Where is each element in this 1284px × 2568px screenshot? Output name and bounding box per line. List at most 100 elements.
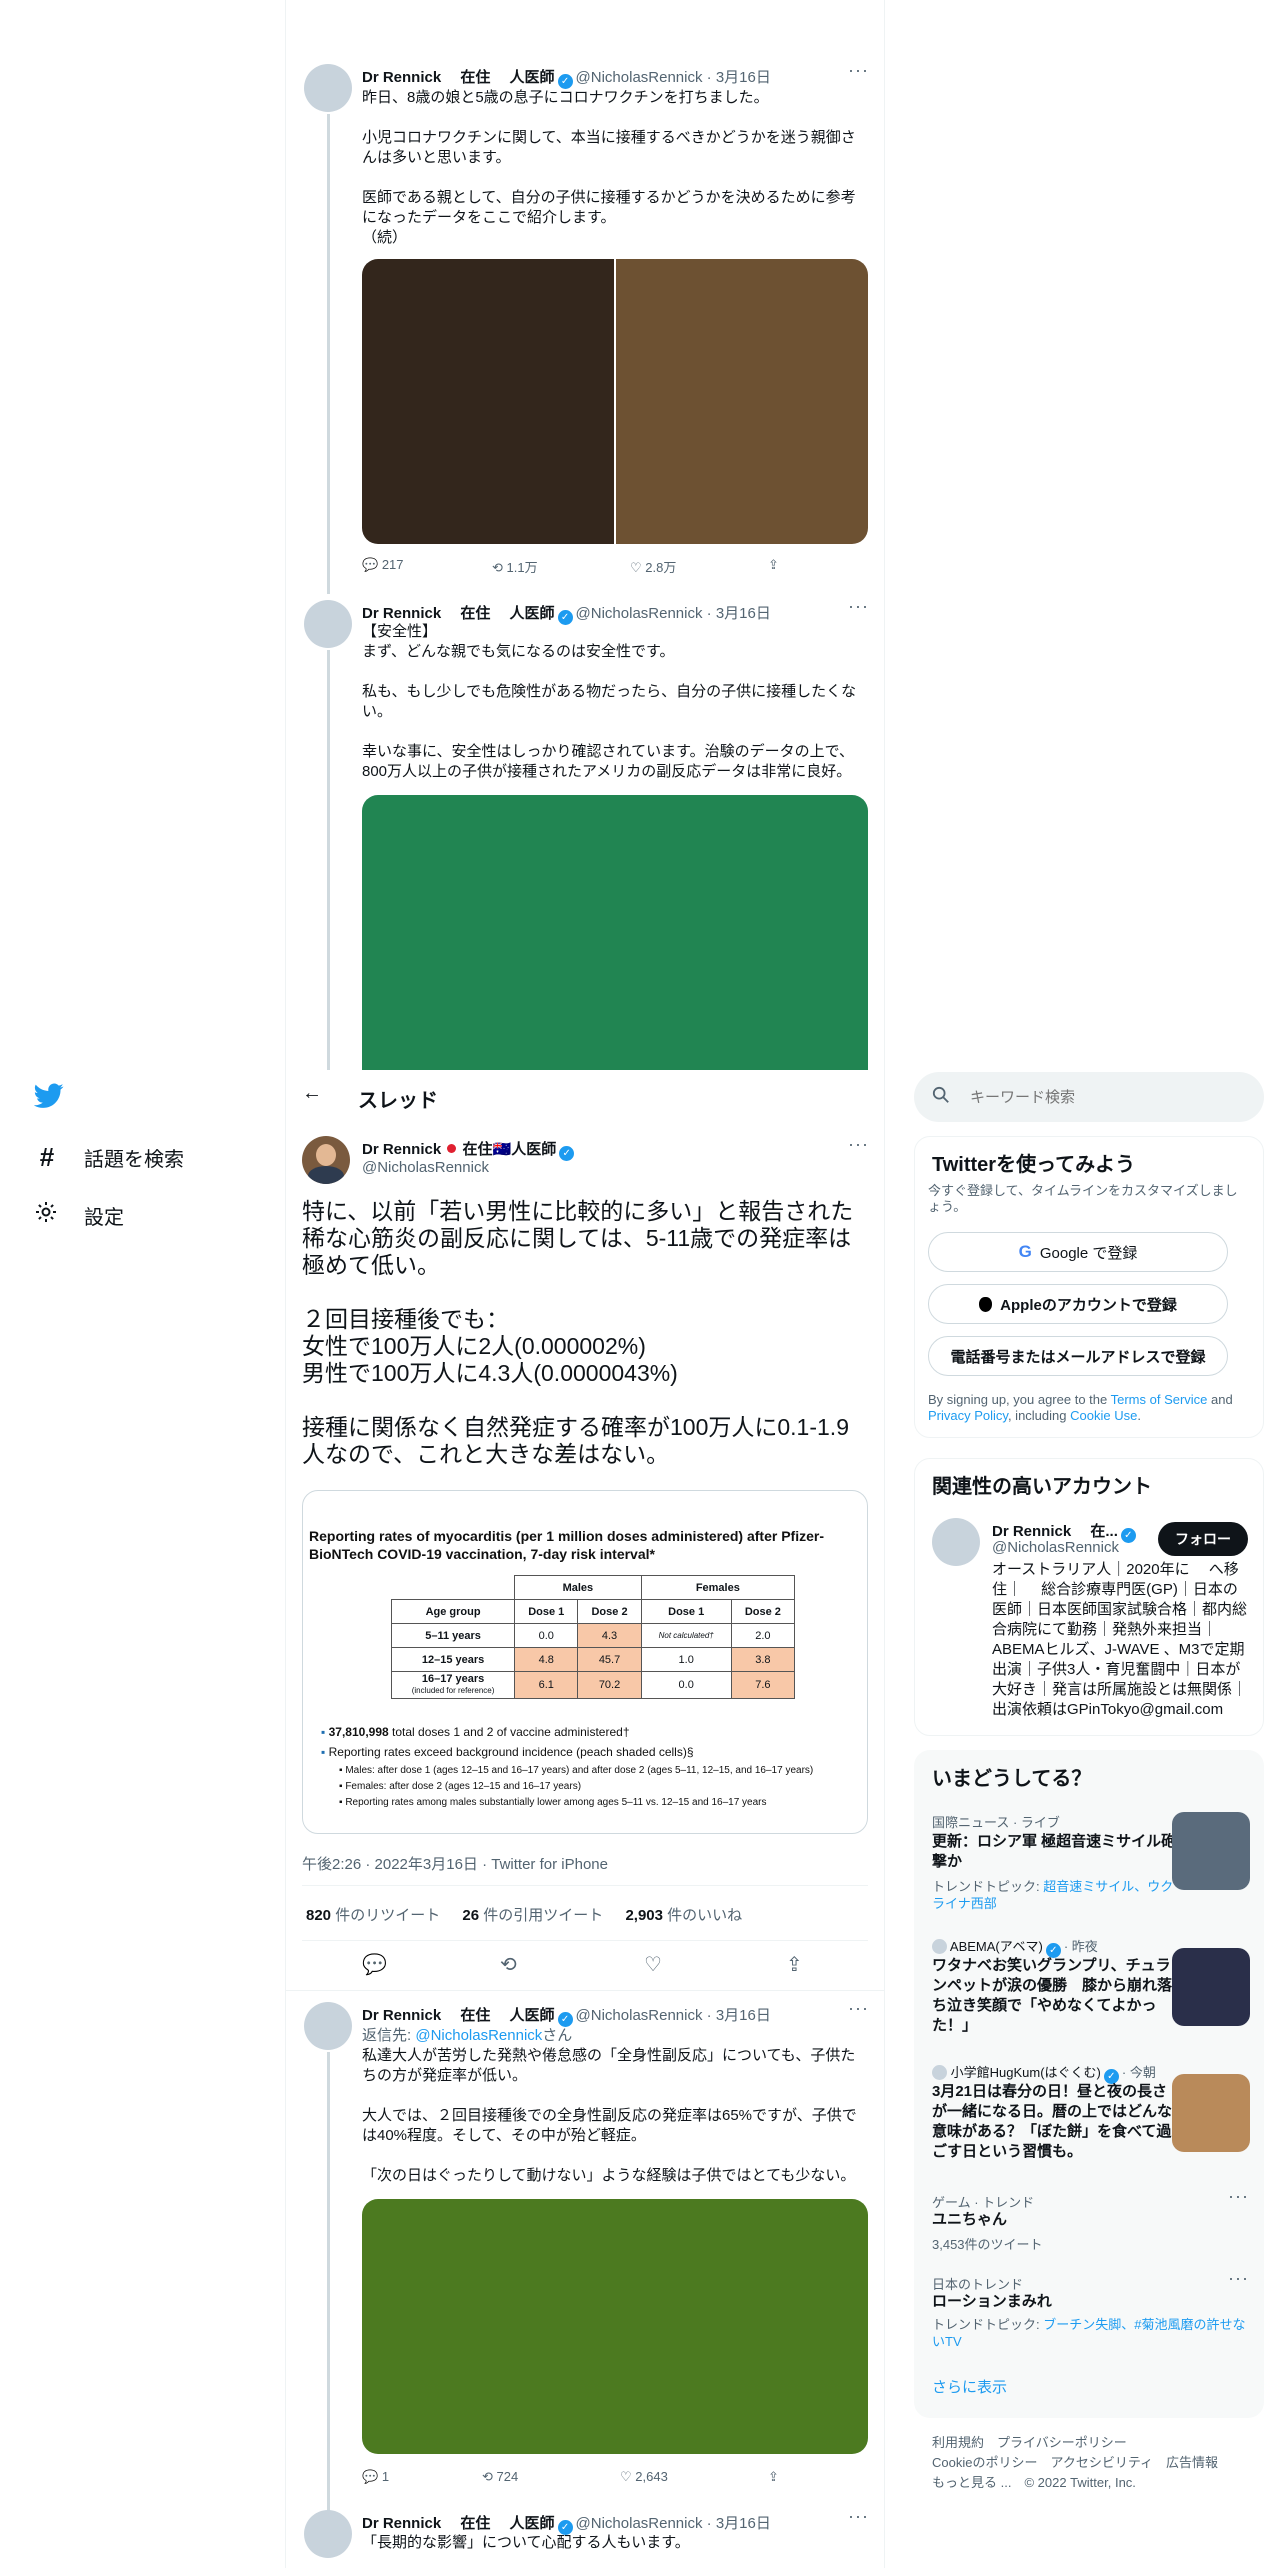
search-input[interactable] xyxy=(970,1085,1240,1109)
author-name[interactable]: Dr Rennick 在住 人医師 xyxy=(362,605,555,622)
image-bullet: ▪ 37,810,998 total doses 1 and 2 of vacc… xyxy=(321,1725,630,1739)
females-header: Females xyxy=(640,1575,796,1600)
avatar[interactable] xyxy=(932,1518,980,1566)
avatar[interactable] xyxy=(304,64,352,112)
privacy-link[interactable]: Privacy Policy xyxy=(928,1408,1008,1423)
thread-header: ← スレッド xyxy=(286,1070,884,1123)
tweet-image-table[interactable]: Reporting rates of myocarditis (per 1 mi… xyxy=(302,1490,868,1834)
phone-email-signup-button[interactable]: 電話番号またはメールアドレスで登録 xyxy=(928,1336,1228,1376)
reply-to-link[interactable]: @NicholasRennick xyxy=(415,2027,542,2044)
author-handle[interactable]: @NicholasRennick xyxy=(576,2007,703,2024)
tweet-photos[interactable] xyxy=(362,259,868,544)
author-name[interactable]: Dr Rennick xyxy=(362,1141,441,1158)
nav-explore[interactable]: # 話題を検索 xyxy=(34,1142,184,1173)
author-handle[interactable]: @NicholasRennick xyxy=(576,2515,703,2532)
search-box[interactable] xyxy=(914,1072,1264,1122)
related-handle[interactable]: @NicholasRennick xyxy=(992,1539,1119,1556)
author-handle[interactable]: @NicholasRennick xyxy=(576,69,703,86)
retweet-button[interactable]: ⟲ 724 xyxy=(482,2469,518,2485)
column-header: Dose 1 xyxy=(514,1599,579,1624)
verified-icon: ✓ xyxy=(557,74,573,89)
source-avatar xyxy=(932,1939,947,1954)
nav-settings[interactable]: 設定 xyxy=(34,1200,124,1230)
verified-icon: ✓ xyxy=(559,1146,575,1161)
tweet-paragraph: 昨日、8歳の娘と5歳の息子にコロナワクチンを打ちました。 xyxy=(362,89,769,106)
more-icon[interactable]: ··· xyxy=(1228,2268,1249,2289)
retweet-button[interactable]: ⟲ 1.1万 xyxy=(492,557,538,576)
trend-thumbnail[interactable] xyxy=(1172,1812,1250,1890)
share-icon[interactable]: ⇪ xyxy=(768,2469,779,2485)
main-author: Dr Rennick 在住🇦🇺人医師 ✓ xyxy=(362,1138,577,1161)
tweet-actions: 💬 1 ⟲ 724 ♡ 2,643 ⇪ xyxy=(362,2469,792,2491)
footer-links[interactable]: もっと見る ... © 2022 Twitter, Inc. xyxy=(932,2472,1136,2491)
tweet-paragraph: 【安全性】 まず、どんな親でも気になるのは安全性です。 xyxy=(362,623,675,660)
author-name[interactable]: Dr Rennick 在住 人医師 xyxy=(362,69,555,86)
more-icon[interactable]: ··· xyxy=(848,1134,869,1155)
author-name[interactable]: Dr Rennick 在住 人医師 xyxy=(362,2007,555,2024)
tweet-photo[interactable] xyxy=(362,2199,868,2454)
apple-icon xyxy=(979,1296,993,1312)
back-arrow-icon[interactable]: ← xyxy=(302,1082,322,1105)
author-handle[interactable]: @NicholasRennick xyxy=(576,605,703,622)
trend-thumbnail[interactable] xyxy=(1172,2074,1250,2152)
share-icon[interactable]: ⇪ xyxy=(786,1952,803,1977)
more-icon[interactable]: ··· xyxy=(848,596,869,617)
google-signup-button[interactable]: G Google で登録 xyxy=(928,1232,1228,1272)
table-cell: 6.1 xyxy=(514,1671,579,1699)
image-sub-bullet: ▪ Females: after dose 2 (ages 12–15 and … xyxy=(339,1781,582,1792)
quotes-stat[interactable]: 26 件の引用ツイート xyxy=(462,1907,603,1924)
tweet-timestamp[interactable]: 午後2:26 · 2022年3月16日 · Twitter for iPhone xyxy=(302,1853,608,1874)
avatar[interactable] xyxy=(304,2510,352,2558)
tweet-photo[interactable] xyxy=(616,259,868,544)
apple-signup-button[interactable]: Appleのアカウントで登録 xyxy=(928,1284,1228,1324)
tweet-date[interactable]: · 3月16日 xyxy=(707,2007,771,2024)
row-label: 16–17 years (included for reference) xyxy=(390,1671,516,1699)
more-icon[interactable]: ··· xyxy=(848,60,869,81)
more-icon[interactable]: ··· xyxy=(848,1998,869,2019)
share-icon[interactable]: ⇪ xyxy=(768,557,779,573)
tweet-paragraph: 私も、もし少しでも危険性がある物だったら、自分の子供に接種したくない。 xyxy=(362,683,857,720)
table-cell: 4.8 xyxy=(514,1647,579,1672)
more-icon[interactable]: ··· xyxy=(848,2506,869,2527)
author-handle[interactable]: @NicholasRennick xyxy=(362,1159,489,1176)
follow-button[interactable]: フォロー xyxy=(1158,1522,1248,1556)
terms-link[interactable]: Terms of Service xyxy=(1111,1392,1208,1407)
footer-links[interactable]: 利用規約 プライバシーポリシー xyxy=(932,2432,1127,2451)
tweet-date[interactable]: · 3月16日 xyxy=(707,605,771,622)
cookie-link[interactable]: Cookie Use xyxy=(1070,1408,1137,1423)
males-header: Males xyxy=(514,1575,642,1600)
tweet-date[interactable]: · 3月16日 xyxy=(707,2515,771,2532)
tweet-photo[interactable] xyxy=(362,259,614,544)
like-icon[interactable]: ♡ xyxy=(644,1952,662,1977)
footer-links[interactable]: Cookieのポリシー アクセシビリティ 広告情報 xyxy=(932,2452,1218,2471)
reply-icon[interactable]: 💬 xyxy=(362,1952,387,1977)
tweet-photo[interactable] xyxy=(362,795,868,1070)
avatar[interactable] xyxy=(304,2002,352,2050)
show-more-link[interactable]: さらに表示 xyxy=(932,2376,1007,2397)
tweet-date[interactable]: · 3月16日 xyxy=(707,69,771,86)
reply-button[interactable]: 💬 217 xyxy=(362,557,404,573)
avatar[interactable] xyxy=(304,600,352,648)
related-bio: オーストラリア人｜2020年に へ移住｜ 総合診療専門医(GP)｜日本の医師｜日… xyxy=(992,1561,1248,1718)
tweet-text: 昨日、8歳の娘と5歳の息子にコロナワクチンを打ちました。 小児コロナワクチンに関… xyxy=(362,88,862,268)
tweet-paragraph: 医師である親として、自分の子供に接種するかどうかを決めるために参考になったデータ… xyxy=(362,189,856,246)
table-cell: Not calculated† xyxy=(640,1623,732,1648)
tweet-paragraph: 私達大人が苦労した発熱や倦怠感の「全身性副反応」についても、子供たちの方が発症率… xyxy=(362,2047,856,2084)
tweet-text: 「長期的な影響」について心配する人もいます。 xyxy=(362,2534,690,2551)
like-button[interactable]: ♡ 2,643 xyxy=(620,2469,668,2485)
author-name[interactable]: Dr Rennick 在住 人医師 xyxy=(362,2515,555,2532)
image-title: Reporting rates of myocarditis (per 1 mi… xyxy=(309,1528,825,1562)
main-avatar[interactable] xyxy=(302,1136,350,1184)
more-icon[interactable]: ··· xyxy=(1228,2186,1249,2207)
tweet-header: Dr Rennick 在住 人医師 ✓ @NicholasRennick · 3月1… xyxy=(362,66,771,89)
retweets-stat[interactable]: 820 件のリツイート xyxy=(306,1907,440,1924)
retweet-icon[interactable]: ⟲ xyxy=(500,1952,517,1977)
reply-button[interactable]: 💬 1 xyxy=(362,2469,389,2485)
japan-flag-icon xyxy=(447,1144,457,1153)
row-label: 12–15 years xyxy=(390,1647,516,1672)
like-button[interactable]: ♡ 2.8万 xyxy=(630,557,676,576)
twitter-logo-icon[interactable] xyxy=(33,1083,64,1113)
likes-stat[interactable]: 2,903 件のいいね xyxy=(625,1907,742,1924)
trend-thumbnail[interactable] xyxy=(1172,1948,1250,2026)
gear-icon xyxy=(34,1200,60,1230)
